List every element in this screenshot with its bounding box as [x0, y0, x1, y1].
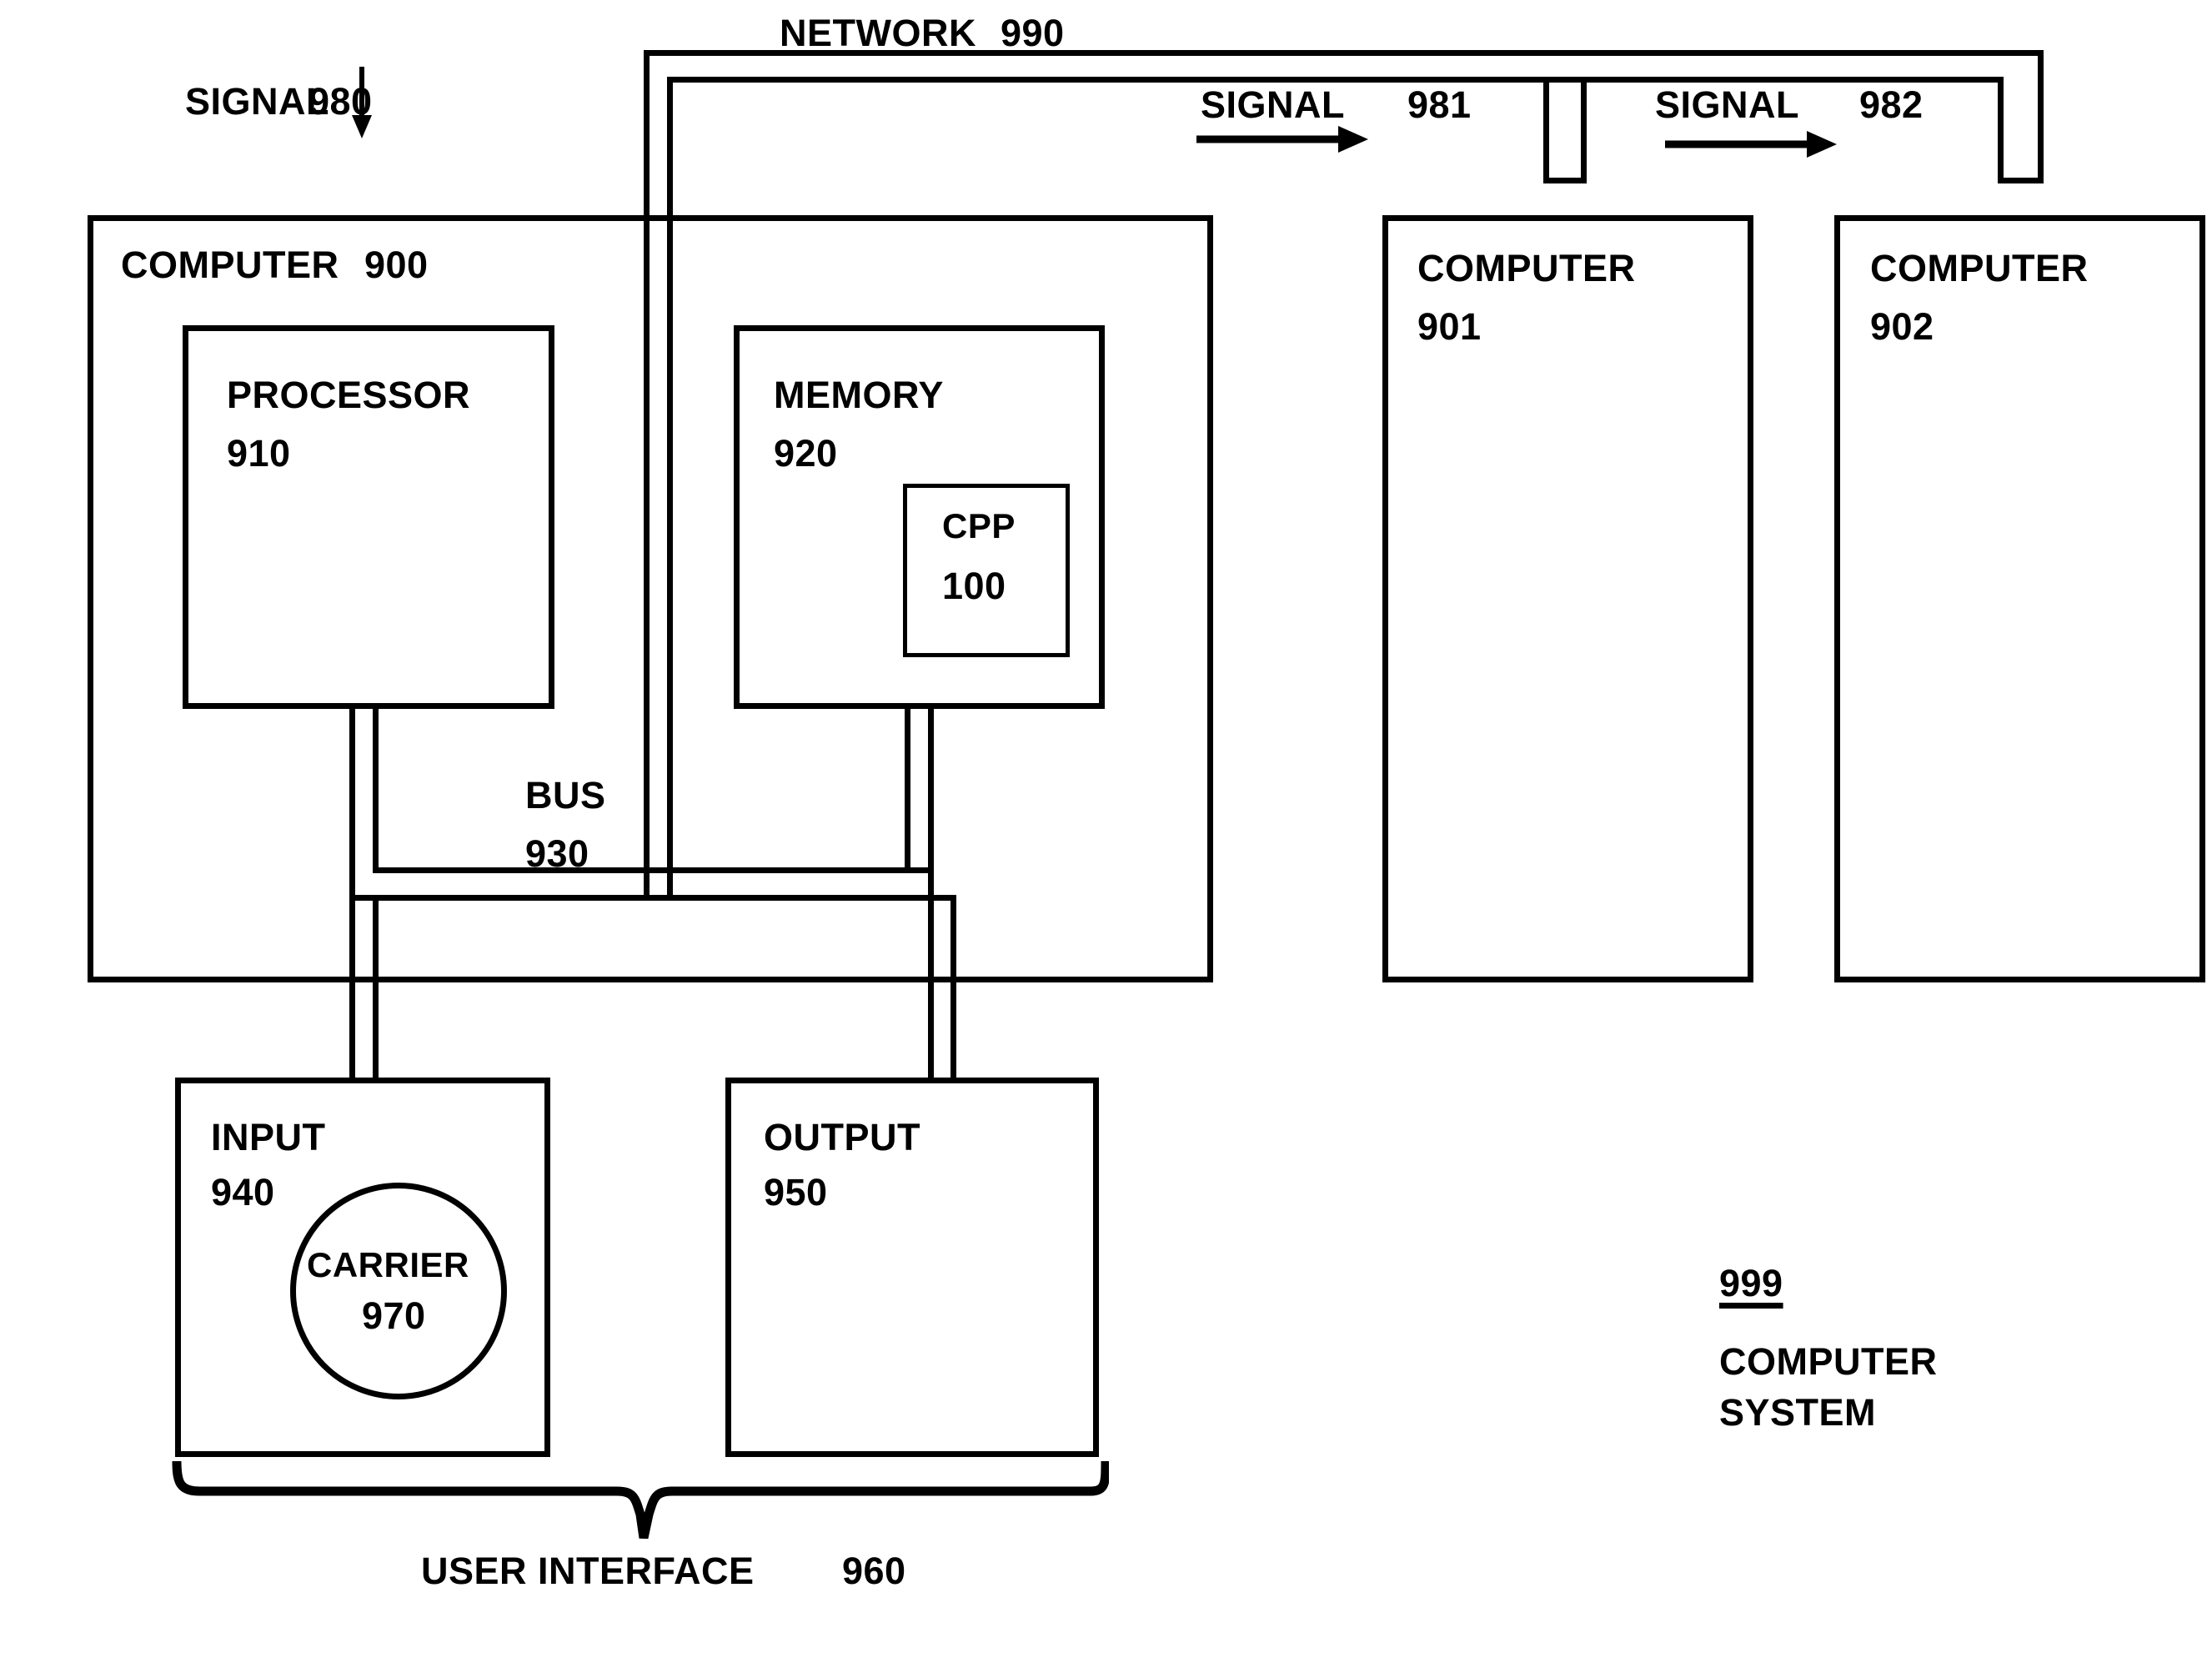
- bus-rail-lower: [349, 895, 956, 901]
- memory-number: 920: [774, 432, 838, 475]
- bus-input-stub-right: [373, 895, 379, 1081]
- patent-figure-canvas: NETWORK 990 SIGNAL 980 SIGNAL 981 SIGNAL…: [0, 0, 2212, 1663]
- bus-label: BUS: [525, 774, 606, 816]
- computer-901-number: 901: [1417, 305, 1482, 348]
- bus-output-stub-left: [928, 867, 934, 1081]
- network-inner-rail-right-drop: [1998, 77, 2004, 183]
- bus-processor-stub-right: [373, 705, 379, 872]
- input-label: INPUT: [211, 1116, 326, 1158]
- figure-caption-line-2: SYSTEM: [1719, 1391, 1877, 1434]
- processor-label: PROCESSOR: [227, 374, 471, 416]
- bus-memory-stub-left: [905, 705, 910, 872]
- computer-901-label: COMPUTER: [1417, 247, 1636, 289]
- signal-982-label: SIGNAL: [1655, 83, 1800, 126]
- cpp-number: 100: [942, 565, 1006, 607]
- network-outer-rail-top: [644, 50, 2044, 56]
- network-tap-901-right: [1581, 77, 1587, 183]
- network-inner-rail-top: [667, 77, 2004, 83]
- network-tap-901-bottom: [1543, 178, 1587, 183]
- network-number: 990: [1001, 12, 1065, 54]
- signal-982-number: 982: [1859, 83, 1924, 126]
- output-number: 950: [764, 1171, 828, 1213]
- bus-rail-upper: [373, 867, 931, 873]
- computer-900-number: 900: [364, 244, 429, 286]
- signal-982-arrow-icon: [1665, 131, 1837, 158]
- figure-reference-number: 999: [1719, 1262, 1783, 1304]
- user-interface-number: 960: [842, 1550, 906, 1592]
- input-number: 940: [211, 1171, 275, 1213]
- computer-900-label: COMPUTER: [121, 244, 339, 286]
- carrier-label: CARRIER: [307, 1245, 469, 1284]
- bus-number: 930: [525, 832, 589, 875]
- network-tap-902-bottom: [1998, 178, 2044, 183]
- carrier-number: 970: [362, 1294, 426, 1337]
- signal-981-arrow-icon: [1196, 126, 1368, 153]
- bus-output-stub-right: [951, 895, 956, 1081]
- processor-number: 910: [227, 432, 291, 475]
- user-interface-label: USER INTERFACE: [421, 1550, 755, 1592]
- network-outer-rail-right-drop: [2038, 50, 2044, 183]
- carrier-circle: [290, 1183, 507, 1399]
- memory-label: MEMORY: [774, 374, 944, 416]
- bus-input-stub-left: [349, 867, 355, 1081]
- signal-981-number: 981: [1407, 83, 1472, 126]
- bus-processor-stub-left: [349, 705, 355, 872]
- user-interface-brace-icon: [172, 1460, 1109, 1540]
- network-tap-901-left: [1543, 77, 1549, 183]
- figure-caption-line-1: COMPUTER: [1719, 1340, 1938, 1383]
- computer-902-number: 902: [1870, 305, 1934, 348]
- cpp-label: CPP: [942, 506, 1016, 545]
- network-label: NETWORK: [780, 12, 976, 54]
- signal-980-arrow-icon: [352, 67, 372, 138]
- computer-902-label: COMPUTER: [1870, 247, 2089, 289]
- output-label: OUTPUT: [764, 1116, 920, 1158]
- bus-memory-stub-right: [928, 705, 934, 872]
